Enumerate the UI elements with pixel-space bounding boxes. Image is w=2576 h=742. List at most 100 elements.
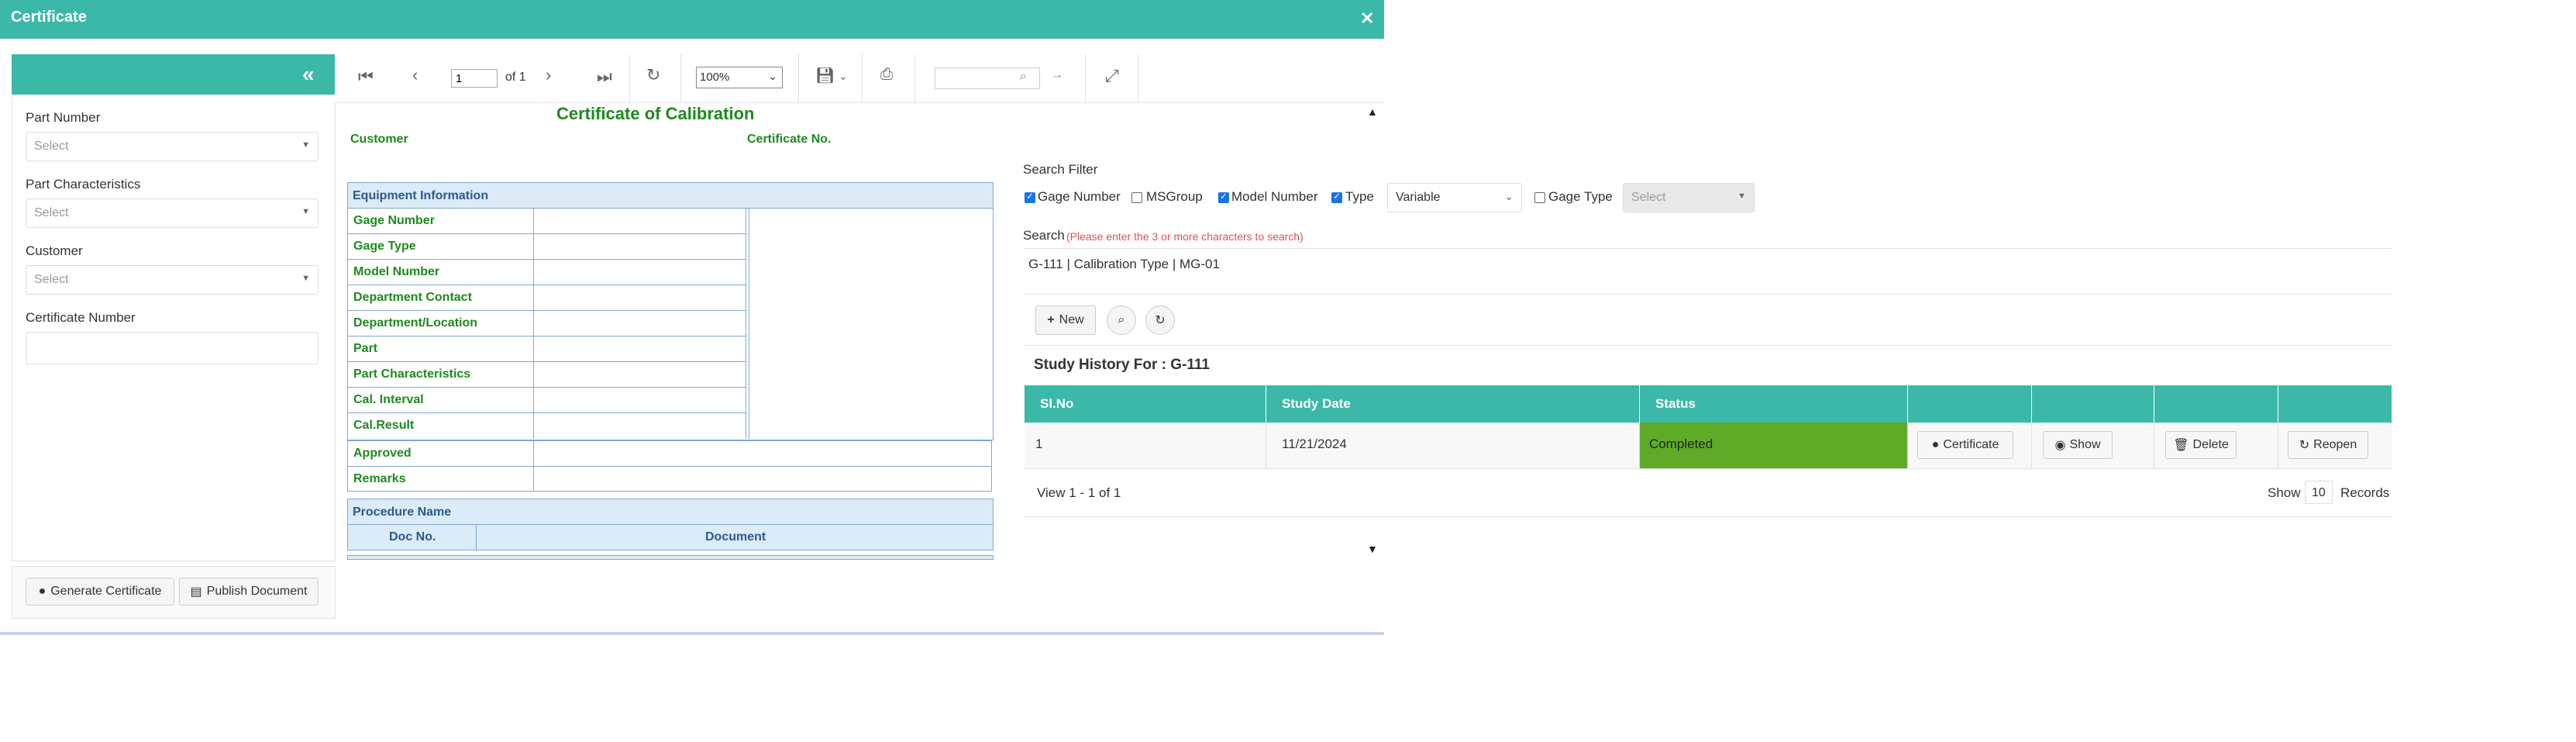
page-number-input[interactable]: [451, 69, 498, 88]
search-hint: (Please enter the 3 or more characters t…: [1066, 230, 1303, 243]
customer-field-label: Customer: [350, 133, 408, 146]
gage-number-option-label: Gage Number: [1038, 189, 1121, 204]
toolbar-separator: [680, 54, 681, 102]
records-per-page-select[interactable]: 10: [2305, 481, 2333, 504]
equipment-row-label: Department Contact: [353, 291, 472, 304]
table-column-divider: [476, 524, 477, 550]
type-option-label: Type: [1345, 189, 1374, 204]
zoom-select[interactable]: 100% ⌄: [696, 67, 783, 88]
records-label: Records: [2340, 485, 2390, 500]
gage-type-checkbox[interactable]: [1534, 192, 1545, 203]
certificate-number-input[interactable]: [26, 332, 319, 364]
toolbar-separator: [914, 54, 915, 102]
divider: [1023, 294, 2392, 295]
chevron-down-icon: ▼: [1737, 192, 1746, 201]
gage-type-placeholder: Select: [1631, 191, 1666, 204]
customer-placeholder: Select: [34, 273, 69, 286]
previous-page-icon[interactable]: ‹: [412, 65, 418, 85]
chevron-down-icon: ▼: [301, 207, 310, 216]
search-icon[interactable]: ⌕: [1020, 70, 1027, 84]
study-history-title: Study History For : G-111: [1034, 357, 1210, 373]
publish-document-button[interactable]: ▤ Publish Document: [179, 578, 319, 606]
chevron-down-icon: ⌄: [768, 70, 777, 82]
model-number-checkbox[interactable]: [1218, 191, 1229, 203]
toolbar-separator: [629, 54, 630, 102]
equipment-row-label: Department/Location: [353, 316, 478, 330]
refresh-icon[interactable]: ↻: [646, 65, 660, 85]
show-label: Show: [2268, 485, 2301, 500]
cell-study-date: 11/21/2024: [1266, 423, 1640, 469]
last-page-icon[interactable]: ⏭: [597, 67, 612, 87]
divider: [1023, 516, 2392, 517]
print-icon[interactable]: ⎙: [880, 66, 893, 84]
chevron-down-icon: ▼: [301, 274, 310, 283]
part-characteristics-select[interactable]: Select ▼: [26, 198, 319, 228]
show-button[interactable]: ◉ Show: [2043, 431, 2113, 459]
new-button-label: New: [1059, 313, 1084, 326]
search-input[interactable]: G-111 | Calibration Type | MG-01: [1023, 249, 2392, 295]
row-divider: [347, 361, 746, 362]
refresh-button[interactable]: ↻: [1145, 305, 1175, 335]
toolbar-separator: [1085, 54, 1086, 102]
search-icon: ⌕: [1118, 313, 1125, 326]
part-characteristics-placeholder: Select: [34, 206, 69, 219]
filter-panel-header: [12, 54, 336, 95]
modal-bottom-border: [0, 632, 1384, 635]
circle-icon: ●: [38, 585, 46, 598]
msgroup-option-label: MSGroup: [1146, 189, 1203, 204]
reopen-button[interactable]: ↻ Reopen: [2288, 431, 2368, 459]
toolbar-separator: [862, 54, 863, 102]
remarks-label: Remarks: [353, 472, 406, 485]
pagination-summary: View 1 - 1 of 1: [1037, 485, 1121, 500]
divider: [1023, 345, 2392, 346]
search-button[interactable]: ⌕: [1107, 305, 1136, 335]
type-checkbox[interactable]: [1331, 191, 1342, 203]
save-icon[interactable]: 💾︎: [815, 66, 835, 85]
report-title: Certificate of Calibration: [556, 104, 755, 123]
modal-title: Certificate: [11, 9, 87, 26]
customer-select[interactable]: Select ▼: [26, 265, 319, 295]
chevron-down-icon[interactable]: ⌄: [839, 70, 848, 83]
equipment-row-label: Model Number: [353, 265, 440, 278]
collapse-panel-icon[interactable]: «: [302, 62, 315, 87]
equipment-information-heading: Equipment Information: [347, 182, 994, 209]
type-select[interactable]: Variable ⌄: [1387, 183, 1522, 212]
new-button[interactable]: + New: [1035, 305, 1096, 335]
equipment-row-label: Part: [353, 342, 378, 355]
find-next-icon[interactable]: →: [1051, 68, 1063, 82]
part-characteristics-label: Part Characteristics: [26, 177, 141, 192]
table-column-divider: [533, 208, 534, 439]
reopen-button-label: Reopen: [2313, 438, 2357, 451]
document-column: Document: [705, 530, 766, 544]
part-number-select[interactable]: Select ▼: [26, 132, 319, 161]
scroll-down-icon[interactable]: ▼: [1367, 543, 1378, 555]
next-page-icon[interactable]: ›: [546, 65, 551, 85]
search-filter-heading: Search Filter: [1023, 162, 1098, 177]
trash-icon: 🗑︎: [2173, 439, 2189, 452]
generate-certificate-button[interactable]: ● Generate Certificate: [26, 578, 174, 606]
first-page-icon[interactable]: ⏮: [358, 67, 374, 87]
model-number-option-label: Model Number: [1231, 189, 1318, 204]
scroll-up-icon[interactable]: ▲: [1367, 105, 1378, 118]
procedure-name-heading: Procedure Name: [347, 499, 994, 525]
msgroup-checkbox[interactable]: [1131, 192, 1142, 203]
row-divider: [347, 233, 746, 234]
publish-document-label: Publish Document: [206, 585, 308, 598]
delete-button[interactable]: 🗑︎ Delete: [2165, 431, 2237, 459]
chevron-down-icon: ▼: [301, 140, 310, 150]
gage-type-select[interactable]: Select ▼: [1623, 183, 1755, 212]
close-icon[interactable]: ✕: [1360, 9, 1374, 29]
equipment-row-label: Gage Number: [353, 214, 435, 227]
generate-certificate-label: Generate Certificate: [50, 585, 162, 598]
certificate-button[interactable]: ● Certificate: [1917, 431, 2013, 459]
certificate-button-label: Certificate: [1943, 438, 1999, 451]
column-slno: Sl.No: [1025, 385, 1266, 423]
filter-panel: [12, 54, 336, 561]
eye-icon: ◉: [2054, 439, 2066, 452]
column-show: [2032, 385, 2154, 423]
expand-icon[interactable]: ⤢: [1105, 66, 1119, 86]
gage-number-checkbox[interactable]: [1025, 191, 1035, 203]
approved-label: Approved: [353, 447, 412, 460]
show-button-label: Show: [2069, 438, 2101, 451]
table-column-divider: [533, 440, 534, 492]
